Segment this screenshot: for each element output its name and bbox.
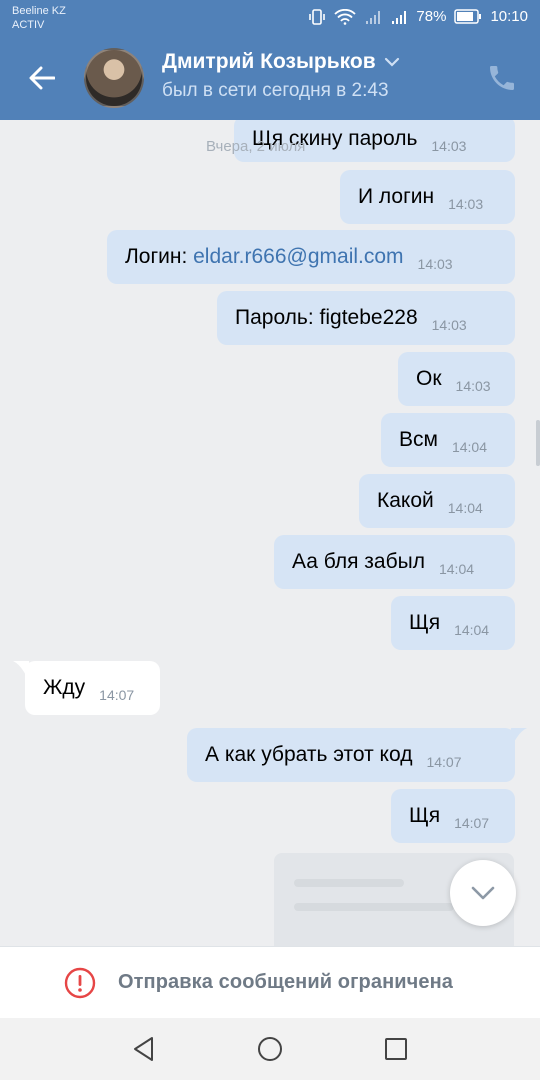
carrier-sub: ACTIV xyxy=(12,19,45,31)
message-time: 14:04 xyxy=(447,500,483,516)
call-button[interactable] xyxy=(486,62,518,94)
message-list[interactable]: Щя скину пароль 14:03 Вчера, 2 июля И ло… xyxy=(0,120,540,946)
message-text: Всм xyxy=(399,428,438,451)
nav-home-button[interactable] xyxy=(255,1034,285,1064)
message-bubble[interactable]: А как убрать этот код 14:07 xyxy=(187,728,527,782)
contact-name: Дмитрий Козырьков xyxy=(162,50,376,73)
message-text: Ок xyxy=(416,367,442,390)
restricted-bar: Отправка сообщений ограничена xyxy=(0,946,540,1018)
message-text: Жду xyxy=(43,676,86,699)
message-text: Логин: eldar.r666@gmail.com xyxy=(125,245,404,269)
clock: 10:10 xyxy=(490,8,528,25)
message-time: 14:07 xyxy=(426,754,462,770)
message-bubble[interactable]: Аа бля забыл 14:04 xyxy=(274,535,515,589)
message-text: Пароль: figtebe228 xyxy=(235,306,418,329)
back-arrow-icon xyxy=(29,66,55,90)
chevron-down-icon xyxy=(471,886,495,900)
status-bar: Beeline KZ ACTIV 78% 10:10 xyxy=(0,0,540,36)
date-separator: Вчера, 2 июля xyxy=(206,138,306,155)
carrier-name: Beeline KZ xyxy=(12,5,66,17)
message-bubble[interactable]: И логин 14:03 xyxy=(340,170,515,224)
nav-back-button[interactable] xyxy=(129,1034,159,1064)
message-bubble[interactable]: Ок 14:03 xyxy=(398,352,515,406)
nav-recents-button[interactable] xyxy=(381,1034,411,1064)
bubble-tail xyxy=(13,661,29,681)
nav-home-icon xyxy=(258,1037,282,1061)
vibrate-icon xyxy=(308,8,326,25)
battery-icon xyxy=(454,9,482,24)
message-bubble[interactable]: Щя 14:07 xyxy=(391,789,515,843)
back-button[interactable] xyxy=(22,58,62,98)
blurred-content xyxy=(294,879,404,887)
email-link[interactable]: eldar.r666@gmail.com xyxy=(193,245,403,268)
message-text: Какой xyxy=(377,489,434,512)
message-bubble[interactable]: Всм 14:04 xyxy=(381,413,515,467)
message-bubble[interactable]: Пароль: figtebe228 14:03 xyxy=(217,291,515,345)
message-time: 14:04 xyxy=(451,439,487,455)
message-time: 14:07 xyxy=(454,815,490,831)
message-bubble[interactable]: Логин: eldar.r666@gmail.com 14:03 xyxy=(107,230,515,284)
contact-name-row[interactable]: Дмитрий Козырьков xyxy=(162,50,462,74)
message-text: А как убрать этот код xyxy=(205,743,413,766)
last-seen: был в сети сегодня в 2:43 xyxy=(162,80,389,101)
nav-back-icon xyxy=(134,1037,153,1061)
warning-icon xyxy=(64,967,96,998)
wifi-icon xyxy=(334,8,357,25)
top-bar: Beeline KZ ACTIV 78% 10:10 Дмитрий Козыр… xyxy=(0,0,540,120)
message-text: Щя xyxy=(409,804,441,827)
message-text: Аа бля забыл xyxy=(292,550,425,573)
message-time: 14:04 xyxy=(454,622,490,638)
bubble-tail xyxy=(511,728,527,748)
message-time: 14:03 xyxy=(431,317,467,333)
signal-icon-2 xyxy=(390,9,408,25)
scrollbar[interactable] xyxy=(536,420,540,466)
battery-percent: 78% xyxy=(416,8,447,25)
system-nav-bar xyxy=(0,1018,540,1080)
nav-recents-icon xyxy=(385,1038,407,1060)
message-bubble[interactable]: Щя 14:04 xyxy=(391,596,515,650)
message-time: 14:03 xyxy=(448,196,484,212)
login-prefix: Логин: xyxy=(125,245,194,268)
contact-info[interactable]: Дмитрий Козырьков был в сети сегодня в 2… xyxy=(162,50,462,102)
avatar[interactable] xyxy=(84,48,144,108)
restricted-text: Отправка сообщений ограничена xyxy=(118,971,453,993)
message-text: Щя xyxy=(409,611,441,634)
status-icons: 78% 10:10 xyxy=(308,8,528,25)
message-time: 14:04 xyxy=(438,561,475,577)
message-time: 14:03 xyxy=(431,138,467,154)
carrier-info: Beeline KZ ACTIV xyxy=(12,4,66,32)
chat-header: Дмитрий Козырьков был в сети сегодня в 2… xyxy=(0,36,540,120)
chevron-down-icon xyxy=(384,57,399,67)
message-time: 14:03 xyxy=(417,256,453,272)
signal-icon-1 xyxy=(364,9,382,25)
scroll-down-button[interactable] xyxy=(450,860,516,926)
message-time: 14:07 xyxy=(99,687,135,703)
message-bubble-incoming[interactable]: Жду 14:07 xyxy=(13,661,160,715)
message-bubble[interactable]: Какой 14:04 xyxy=(359,474,515,528)
blurred-content xyxy=(294,903,454,911)
message-time: 14:03 xyxy=(455,378,491,394)
phone-icon xyxy=(490,66,514,90)
message-text: И логин xyxy=(358,185,435,208)
